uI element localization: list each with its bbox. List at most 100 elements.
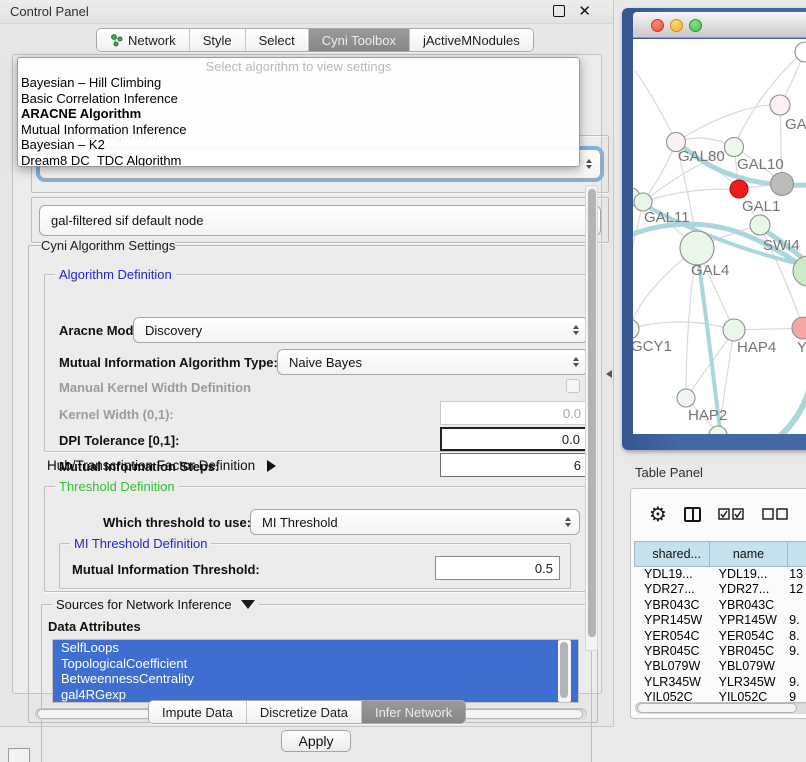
column-header-2[interactable] <box>788 541 806 567</box>
tab-impute-data[interactable]: Impute Data <box>149 701 246 723</box>
table-row[interactable]: YPR145WYPR145W9. <box>634 613 806 628</box>
algorithm-option-mutual-information-inference[interactable]: Mutual Information Inference <box>18 122 579 138</box>
combo-stepper-icon <box>573 325 579 335</box>
table-row[interactable]: YER054CYER054C8. <box>634 629 806 644</box>
tab-infer-network[interactable]: Infer Network <box>361 701 465 723</box>
sources-title-wrap[interactable]: Sources for Network Inference <box>52 597 259 612</box>
table-row[interactable]: YBL079WYBL079W <box>634 659 806 674</box>
kernel-width-field[interactable]: 0.0 <box>440 401 588 425</box>
tab-label: Infer Network <box>375 705 452 720</box>
mi-type-value: Naive Bayes <box>289 355 362 370</box>
threshold-definition-title: Threshold Definition <box>55 479 179 494</box>
tab-cyni-toolbox[interactable]: Cyni Toolbox <box>308 29 409 51</box>
node-label: Y <box>797 339 806 356</box>
table-cell: YBL079W <box>709 659 786 674</box>
mi-threshold-title: MI Threshold Definition <box>70 536 211 551</box>
combo-stepper-icon <box>586 159 592 169</box>
table-hscrollbar[interactable] <box>635 702 806 714</box>
mi-algorithm-type-combobox[interactable]: Naive Bayes <box>277 349 588 375</box>
tab-network[interactable]: Network <box>97 29 189 51</box>
network-node-hap2[interactable] <box>677 389 695 407</box>
which-threshold-value: MI Threshold <box>262 515 338 530</box>
table-row[interactable]: YLR345WYLR345W9. <box>634 675 806 690</box>
algorithm-option-bayesian-hill-climbing[interactable]: Bayesian – Hill Climbing <box>18 75 579 91</box>
node-label: GAL80 <box>678 148 725 165</box>
table-cell: YLR345W <box>634 675 709 690</box>
table-cell: 9. <box>785 644 806 659</box>
scrollbar-thumb[interactable] <box>637 703 797 713</box>
scrollbar-thumb[interactable] <box>588 189 596 637</box>
dpi-tolerance-field[interactable]: 0.0 <box>440 427 588 451</box>
algorithm-option-basic-correlation-inference[interactable]: Basic Correlation Inference <box>18 91 579 107</box>
table-row[interactable]: YBR045CYBR045C9. <box>634 644 806 659</box>
manual-kernel-checkbox[interactable] <box>566 379 580 393</box>
tab-style[interactable]: Style <box>189 29 245 51</box>
minimized-panel-icon[interactable] <box>8 748 30 762</box>
network-node-hap4[interactable] <box>723 319 745 341</box>
network-collection-combobox[interactable]: gal-filtered sif default node <box>39 205 601 236</box>
settings-vscrollbar[interactable] <box>585 185 598 651</box>
data-attributes-list: SelfLoopsTopologicalCoefficientBetweenne… <box>52 639 579 703</box>
dropdown-hint: Select algorithm to view settings <box>18 58 579 75</box>
columns-icon[interactable] <box>684 507 701 522</box>
tab-jactivemnodules[interactable]: jActiveMNodules <box>409 29 533 51</box>
attribute-item-betweennesscentrality[interactable]: BetweennessCentrality <box>53 671 578 687</box>
table-cell: YPR145W <box>634 613 709 628</box>
network-node-y[interactable] <box>792 317 806 339</box>
node-label: SWI4 <box>763 237 800 254</box>
table-cell: YBL079W <box>634 659 709 674</box>
algorithm-option-dream8-dc-tdc-algorithm[interactable]: Dream8 DC_TDC Algorithm <box>18 153 579 168</box>
tab-label: Style <box>203 33 232 48</box>
network-node[interactable] <box>709 426 727 434</box>
which-threshold-combobox[interactable]: MI Threshold <box>250 509 580 535</box>
tab-select[interactable]: Select <box>245 29 308 51</box>
attribute-item-selfloops[interactable]: SelfLoops <box>53 640 578 656</box>
table-cell: YDL19... <box>709 567 786 582</box>
network-node-gal4[interactable] <box>680 231 714 265</box>
tab-label: Discretize Data <box>260 705 348 720</box>
combo-stepper-icon <box>573 357 579 367</box>
table-cell: 13 <box>785 567 806 582</box>
float-window-icon[interactable] <box>553 5 565 17</box>
network-node-gcy1[interactable] <box>633 319 639 339</box>
table-row[interactable]: YDL19...YDL19...13 <box>634 567 806 582</box>
network-node-swi4[interactable] <box>750 215 770 235</box>
network-node[interactable] <box>795 42 806 62</box>
close-traffic-light[interactable] <box>651 19 664 32</box>
algorithm-option-bayesian-k2[interactable]: Bayesian – K2 <box>18 137 579 153</box>
close-icon[interactable]: ✕ <box>578 2 591 20</box>
mi-threshold-label: Mutual Information Threshold: <box>72 562 260 577</box>
minimize-traffic-light[interactable] <box>670 19 683 32</box>
threshold-definition-group: Threshold Definition Which threshold to … <box>44 486 586 592</box>
column-header-shared[interactable]: shared... <box>634 541 710 567</box>
mi-threshold-field[interactable]: 0.5 <box>435 556 560 580</box>
network-node-gal10[interactable] <box>725 138 744 157</box>
network-window-titlebar <box>633 12 806 38</box>
panel-splitter-arrow[interactable] <box>606 370 612 378</box>
aracne-mode-combobox[interactable]: Discovery <box>133 317 588 343</box>
table-cell: YDR27... <box>634 582 709 597</box>
network-node[interactable] <box>771 173 794 196</box>
tab-discretize-data[interactable]: Discretize Data <box>246 701 361 723</box>
apply-button[interactable]: Apply <box>281 730 351 752</box>
deselect-all-checkboxes-icon[interactable] <box>762 508 789 520</box>
node-label: GAL1 <box>742 198 780 215</box>
scrollbar-thumb[interactable] <box>560 642 568 698</box>
mi-steps-field[interactable]: 6 <box>440 453 588 477</box>
maximize-traffic-light[interactable] <box>689 19 702 32</box>
table-row[interactable]: YBR043CYBR043C <box>634 598 806 613</box>
attribute-item-topologicalcoefficient[interactable]: TopologicalCoefficient <box>53 656 578 672</box>
mi-type-label: Mutual Information Algorithm Type: <box>59 355 278 370</box>
select-all-checkboxes-icon[interactable] <box>718 508 745 520</box>
attributes-scrollbar[interactable] <box>558 640 571 702</box>
hub-definition-expander[interactable]: Hub/Transcription Factor Definition <box>47 458 276 473</box>
network-canvas[interactable]: GALGAL80GAL10GAL1SWI4GAL11GAL4GCY1HAP4YH… <box>633 39 806 434</box>
gear-icon[interactable]: ⚙ <box>649 502 667 527</box>
which-threshold-label: Which threshold to use: <box>103 515 251 530</box>
table-row[interactable]: YDR27...YDR27...12 <box>634 582 806 597</box>
node-label: GAL <box>785 116 806 133</box>
algorithm-option-aracne-algorithm[interactable]: ARACNE Algorithm <box>18 106 579 122</box>
column-header-name[interactable]: name <box>710 541 788 567</box>
network-node-gal[interactable] <box>770 95 790 115</box>
network-node-gal1[interactable] <box>730 180 748 198</box>
